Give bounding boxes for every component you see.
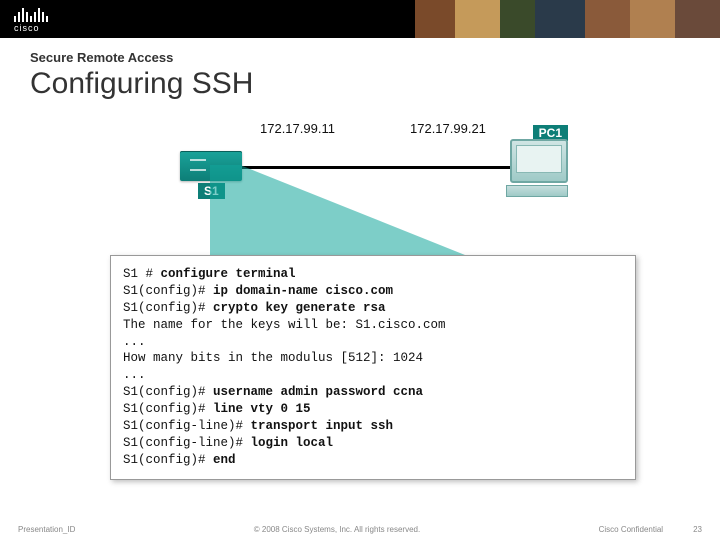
cli-line: S1(config-line)# login local	[123, 435, 623, 452]
slide-kicker: Secure Remote Access	[30, 50, 690, 65]
cisco-bars-icon	[14, 6, 48, 22]
footer-center: © 2008 Cisco Systems, Inc. All rights re…	[254, 525, 420, 534]
cli-line: S1(config)# username admin password ccna	[123, 384, 623, 401]
cli-line: S1(config)# ip domain-name cisco.com	[123, 283, 623, 300]
cisco-logo: cisco	[0, 6, 48, 33]
cli-line: S1 # configure terminal	[123, 266, 623, 283]
pc-ip-label: 172.17.99.21	[410, 121, 486, 136]
slide-title: Configuring SSH	[30, 67, 690, 101]
footer-confidential: Cisco Confidential	[599, 525, 663, 534]
cli-line: ...	[123, 367, 623, 384]
cli-line: S1(config)# crypto key generate rsa	[123, 300, 623, 317]
cli-terminal: S1 # configure terminalS1(config)# ip do…	[110, 255, 636, 480]
diagram-area: 172.17.99.11 172.17.99.21 S1 PC1 S1 # co…	[0, 105, 720, 485]
cli-line: The name for the keys will be: S1.cisco.…	[123, 317, 623, 334]
header-photo-strip	[415, 0, 720, 38]
cli-line: ...	[123, 334, 623, 351]
footer-left: Presentation_ID	[18, 525, 75, 534]
cli-line: S1(config)# end	[123, 452, 623, 469]
cli-line: S1(config-line)# transport input ssh	[123, 418, 623, 435]
cli-line: How many bits in the modulus [512]: 1024	[123, 350, 623, 367]
footer-page-number: 23	[693, 525, 702, 534]
cli-line: S1(config)# line vty 0 15	[123, 401, 623, 418]
top-bar: cisco	[0, 0, 720, 38]
title-block: Secure Remote Access Configuring SSH	[0, 38, 720, 105]
slide-footer: Presentation_ID © 2008 Cisco Systems, In…	[0, 525, 720, 534]
cisco-logo-text: cisco	[14, 23, 48, 33]
switch-ip-label: 172.17.99.11	[260, 121, 335, 136]
